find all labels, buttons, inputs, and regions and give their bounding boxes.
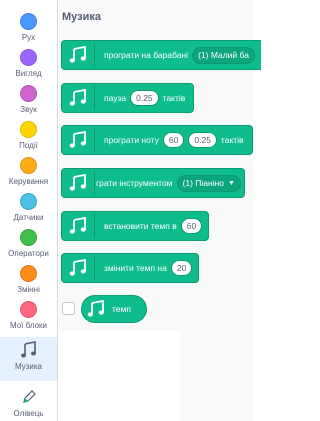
icon-separator [94, 43, 95, 67]
block-text: пауза [104, 93, 127, 103]
music-notes-icon [19, 340, 38, 359]
block-text: грати інструментом [96, 178, 173, 188]
motion-color-dot [20, 13, 37, 30]
music-notes-icon [68, 130, 88, 150]
tempo-reporter-block[interactable]: темп [81, 295, 147, 323]
sensing-color-dot [20, 193, 37, 210]
icon-separator [94, 128, 95, 152]
music-notes-icon [68, 88, 88, 108]
music-notes-icon [68, 45, 88, 65]
icon-separator [94, 171, 95, 195]
category-label: Олівець [13, 409, 44, 418]
rest-beats-input[interactable]: 0.25 [130, 90, 159, 106]
category-label: Події [19, 141, 38, 150]
category-pen[interactable]: Олівець [0, 384, 57, 421]
looks-color-dot [20, 49, 37, 66]
category-label: Змінні [17, 285, 40, 294]
category-label: Керування [8, 177, 49, 186]
dropdown-value: (1) Піаніно [182, 178, 225, 188]
block-text: встановити темп в [104, 221, 177, 231]
category-label: Оператори [8, 249, 49, 258]
control-color-dot [20, 157, 37, 174]
play-note-block[interactable]: програти ноту 60 0.25 тактів [61, 125, 253, 155]
block-text: програти ноту [104, 135, 159, 145]
change-tempo-block[interactable]: змінити темп на 20 [61, 253, 200, 283]
category-label: Датчики [13, 213, 44, 222]
set-instrument-block[interactable]: грати інструментом (1) Піаніно ▼ [61, 168, 245, 198]
instrument-dropdown[interactable]: (1) Піаніно ▼ [176, 174, 241, 192]
block-text: тактів [220, 135, 244, 145]
music-notes-icon [68, 216, 88, 236]
note-input[interactable]: 60 [162, 132, 185, 148]
category-label: Мої блоки [9, 321, 48, 330]
icon-separator [94, 256, 95, 280]
block-text: тактів [162, 93, 186, 103]
block-text: темп [112, 304, 131, 314]
icon-separator [94, 86, 95, 110]
music-notes-icon [68, 173, 88, 193]
block-palette: Музика програти на барабані (1) Малий ба… [59, 0, 261, 421]
events-color-dot [20, 121, 37, 138]
tempo-input[interactable]: 60 [180, 218, 203, 234]
my-blocks-color-dot [20, 301, 37, 318]
tempo-change-input[interactable]: 20 [170, 260, 193, 276]
category-my-blocks[interactable]: Мої блоки [0, 298, 57, 340]
category-menu: Рух Вигляд Звук Події Керування Датчики … [0, 0, 58, 421]
icon-separator [94, 214, 95, 238]
dropdown-caret-icon: ▼ [228, 179, 235, 187]
category-music[interactable]: Музика [0, 337, 57, 381]
sound-color-dot [20, 85, 37, 102]
block-text: програти на барабані [104, 50, 189, 60]
play-drum-block[interactable]: програти на барабані (1) Малий ба [61, 40, 261, 70]
note-beats-input[interactable]: 0.25 [188, 132, 217, 148]
music-notes-icon [68, 258, 88, 278]
blank-panel [59, 331, 180, 421]
category-label: Музика [14, 362, 42, 371]
block-text: змінити темп на [104, 263, 167, 273]
category-label: Звук [20, 105, 37, 114]
category-label: Рух [21, 33, 36, 42]
category-label: Вигляд [15, 69, 42, 78]
variables-color-dot [20, 265, 37, 282]
pencil-icon [19, 387, 38, 406]
tempo-monitor-checkbox[interactable] [62, 302, 75, 315]
operators-color-dot [20, 229, 37, 246]
palette-title: Музика [62, 11, 101, 23]
music-notes-icon [86, 299, 106, 319]
rest-block[interactable]: пауза 0.25 тактів [61, 83, 195, 113]
drum-dropdown[interactable]: (1) Малий ба [192, 46, 255, 64]
set-tempo-block[interactable]: встановити темп в 60 [61, 211, 210, 241]
